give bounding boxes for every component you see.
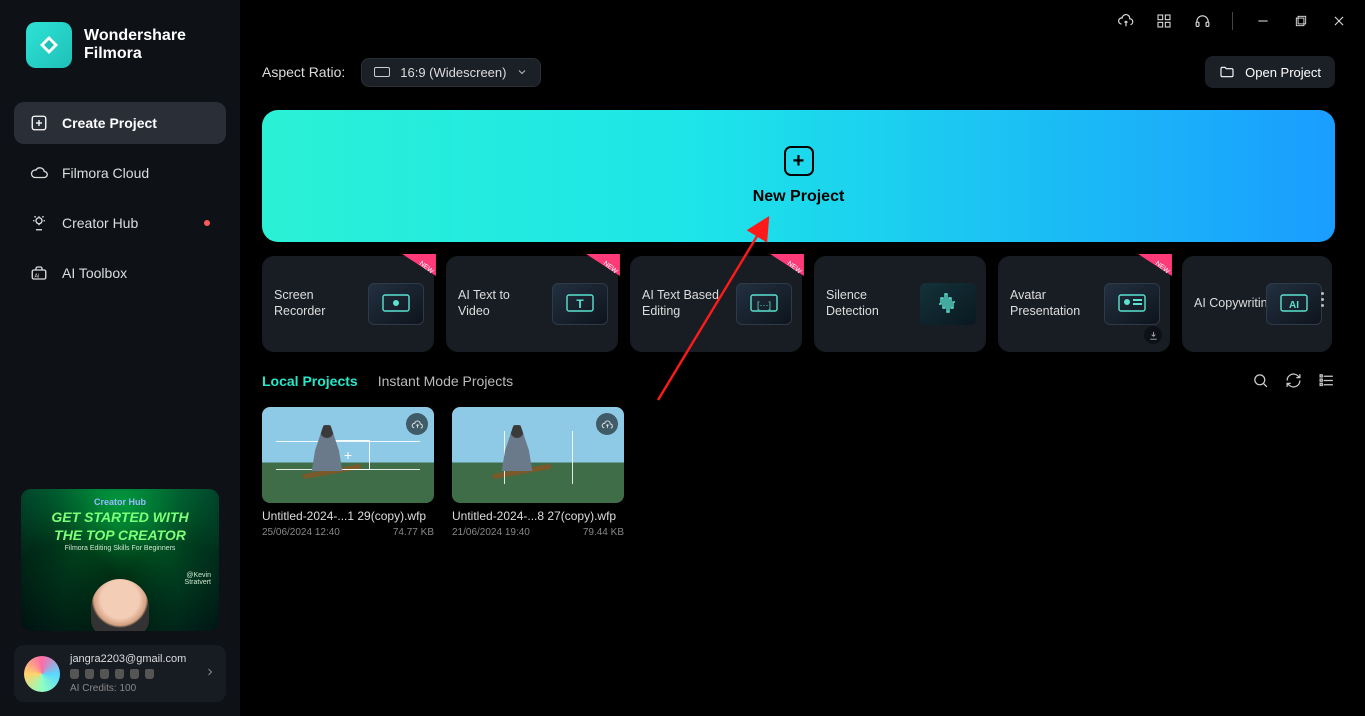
tool-ai-copywriting[interactable]: AI Copywriting AI bbox=[1182, 256, 1332, 352]
tool-label: AI Text to Video bbox=[458, 288, 544, 319]
svg-text:[···]: [···] bbox=[757, 300, 771, 310]
main-area: Aspect Ratio: 16:9 (Widescreen) Open Pro… bbox=[240, 0, 1365, 716]
brand-line-2: Filmora bbox=[84, 45, 186, 63]
more-options-icon[interactable] bbox=[1321, 292, 1324, 307]
account-email: jangra2203@gmail.com bbox=[70, 653, 194, 665]
close-button[interactable] bbox=[1323, 5, 1355, 37]
new-badge-icon: NEW bbox=[586, 254, 620, 276]
promo-top-label: Creator Hub bbox=[94, 497, 146, 507]
sidebar: Wondershare Filmora Create Project Filmo… bbox=[0, 0, 240, 716]
project-name: Untitled-2024-...1 29(copy).wfp bbox=[262, 509, 434, 523]
cloud-upload-icon[interactable] bbox=[596, 413, 618, 435]
search-icon[interactable] bbox=[1252, 372, 1269, 389]
project-tabs: Local Projects Instant Mode Projects bbox=[262, 372, 1335, 389]
tool-thumbnail-icon bbox=[368, 283, 424, 325]
new-badge-icon: NEW bbox=[1138, 254, 1172, 276]
support-headset-icon[interactable] bbox=[1186, 5, 1218, 37]
tool-screen-recorder[interactable]: Screen Recorder NEW bbox=[262, 256, 434, 352]
tab-local-projects[interactable]: Local Projects bbox=[262, 373, 358, 389]
sidebar-promo-card[interactable]: Creator Hub GET STARTED WITH THE TOP CRE… bbox=[21, 489, 219, 631]
list-view-icon[interactable] bbox=[1318, 372, 1335, 389]
promo-presenter-avatar bbox=[91, 579, 149, 631]
cloud-upload-icon[interactable] bbox=[406, 413, 428, 435]
tool-label: AI Copywriting bbox=[1194, 296, 1275, 312]
new-badge-icon: NEW bbox=[770, 254, 804, 276]
project-date: 25/06/2024 12:40 bbox=[262, 527, 340, 538]
sidebar-nav: Create Project Filmora Cloud Creator Hub… bbox=[14, 102, 226, 294]
tool-avatar-presentation[interactable]: Avatar Presentation NEW bbox=[998, 256, 1170, 352]
sidebar-item-filmora-cloud[interactable]: Filmora Cloud bbox=[14, 152, 226, 194]
plus-icon: + bbox=[784, 146, 814, 176]
apps-grid-icon[interactable] bbox=[1148, 5, 1180, 37]
aspect-ratio-select[interactable]: 16:9 (Widescreen) bbox=[361, 58, 541, 87]
project-name: Untitled-2024-...8 27(copy).wfp bbox=[452, 509, 624, 523]
project-date: 21/06/2024 19:40 bbox=[452, 527, 530, 538]
hero-label: New Project bbox=[753, 188, 845, 206]
app-logo: Wondershare Filmora bbox=[14, 22, 226, 68]
project-card[interactable]: Untitled-2024-...8 27(copy).wfp 21/06/20… bbox=[452, 407, 624, 538]
ratio-icon bbox=[374, 67, 390, 77]
notification-dot-icon bbox=[204, 220, 210, 226]
folder-icon bbox=[1219, 64, 1235, 80]
promo-author: @Kevin Stratvert bbox=[185, 572, 211, 587]
tool-thumbnail-icon bbox=[1104, 283, 1160, 325]
promo-subtitle: Filmora Editing Skills For Beginners bbox=[65, 545, 176, 552]
minimize-button[interactable] bbox=[1247, 5, 1279, 37]
logo-mark-icon bbox=[26, 22, 72, 68]
sidebar-item-label: Create Project bbox=[62, 115, 157, 131]
tool-ai-text-based-editing[interactable]: AI Text Based Editing [···] NEW bbox=[630, 256, 802, 352]
svg-text:AI: AI bbox=[1289, 300, 1299, 311]
sidebar-item-label: Filmora Cloud bbox=[62, 165, 149, 181]
thumbnail-add-overlay-icon: + bbox=[326, 440, 370, 470]
promo-title-line-1: GET STARTED WITH bbox=[51, 510, 188, 525]
sidebar-item-label: Creator Hub bbox=[62, 215, 138, 231]
svg-text:T: T bbox=[576, 297, 584, 311]
sidebar-item-create-project[interactable]: Create Project bbox=[14, 102, 226, 144]
open-project-button[interactable]: Open Project bbox=[1205, 56, 1335, 88]
project-size: 74.77 KB bbox=[393, 527, 434, 538]
tool-label: Silence Detection bbox=[826, 288, 912, 319]
brand-line-1: Wondershare bbox=[84, 27, 186, 45]
tool-ai-text-to-video[interactable]: AI Text to Video T NEW bbox=[446, 256, 618, 352]
sidebar-item-ai-toolbox[interactable]: AI AI Toolbox bbox=[14, 252, 226, 294]
tool-silence-detection[interactable]: Silence Detection bbox=[814, 256, 986, 352]
maximize-button[interactable] bbox=[1285, 5, 1317, 37]
chevron-right-icon[interactable] bbox=[204, 665, 216, 683]
project-thumbnail[interactable] bbox=[452, 407, 624, 503]
tab-instant-mode-projects[interactable]: Instant Mode Projects bbox=[378, 373, 513, 389]
project-grid: + Untitled-2024-...1 29(copy).wfp 25/06/… bbox=[262, 407, 1335, 538]
download-icon[interactable] bbox=[1144, 326, 1162, 344]
tool-label: AI Text Based Editing bbox=[642, 288, 728, 319]
tool-row: Screen Recorder NEW AI Text to Video T N… bbox=[262, 256, 1335, 352]
tool-label: Avatar Presentation bbox=[1010, 288, 1096, 319]
aspect-ratio-label: Aspect Ratio: bbox=[262, 64, 345, 80]
chevron-down-icon bbox=[516, 66, 528, 78]
svg-text:AI: AI bbox=[35, 274, 40, 280]
account-panel[interactable]: jangra2203@gmail.com AI Credits: 100 bbox=[14, 645, 226, 702]
sidebar-item-creator-hub[interactable]: Creator Hub bbox=[14, 202, 226, 244]
tool-thumbnail-icon bbox=[920, 283, 976, 325]
user-avatar bbox=[24, 656, 60, 692]
tool-label: Screen Recorder bbox=[274, 288, 360, 319]
project-thumbnail[interactable]: + bbox=[262, 407, 434, 503]
titlebar-separator bbox=[1232, 12, 1233, 30]
tool-thumbnail-icon: T bbox=[552, 283, 608, 325]
titlebar bbox=[1110, 0, 1365, 42]
project-size: 79.44 KB bbox=[583, 527, 624, 538]
tool-thumbnail-icon: [···] bbox=[736, 283, 792, 325]
main-topbar: Aspect Ratio: 16:9 (Widescreen) Open Pro… bbox=[262, 56, 1335, 88]
project-card[interactable]: + Untitled-2024-...1 29(copy).wfp 25/06/… bbox=[262, 407, 434, 538]
new-project-hero[interactable]: + New Project bbox=[262, 110, 1335, 242]
credit-pellets bbox=[70, 669, 194, 679]
refresh-icon[interactable] bbox=[1285, 372, 1302, 389]
aspect-ratio-value: 16:9 (Widescreen) bbox=[400, 65, 506, 80]
sidebar-item-label: AI Toolbox bbox=[62, 265, 127, 281]
account-credits: AI Credits: 100 bbox=[70, 683, 194, 694]
open-project-label: Open Project bbox=[1245, 65, 1321, 80]
new-badge-icon: NEW bbox=[402, 254, 436, 276]
tool-thumbnail-icon: AI bbox=[1266, 283, 1322, 325]
promo-title-line-2: THE TOP CREATOR bbox=[54, 528, 186, 543]
cloud-sync-icon[interactable] bbox=[1110, 5, 1142, 37]
